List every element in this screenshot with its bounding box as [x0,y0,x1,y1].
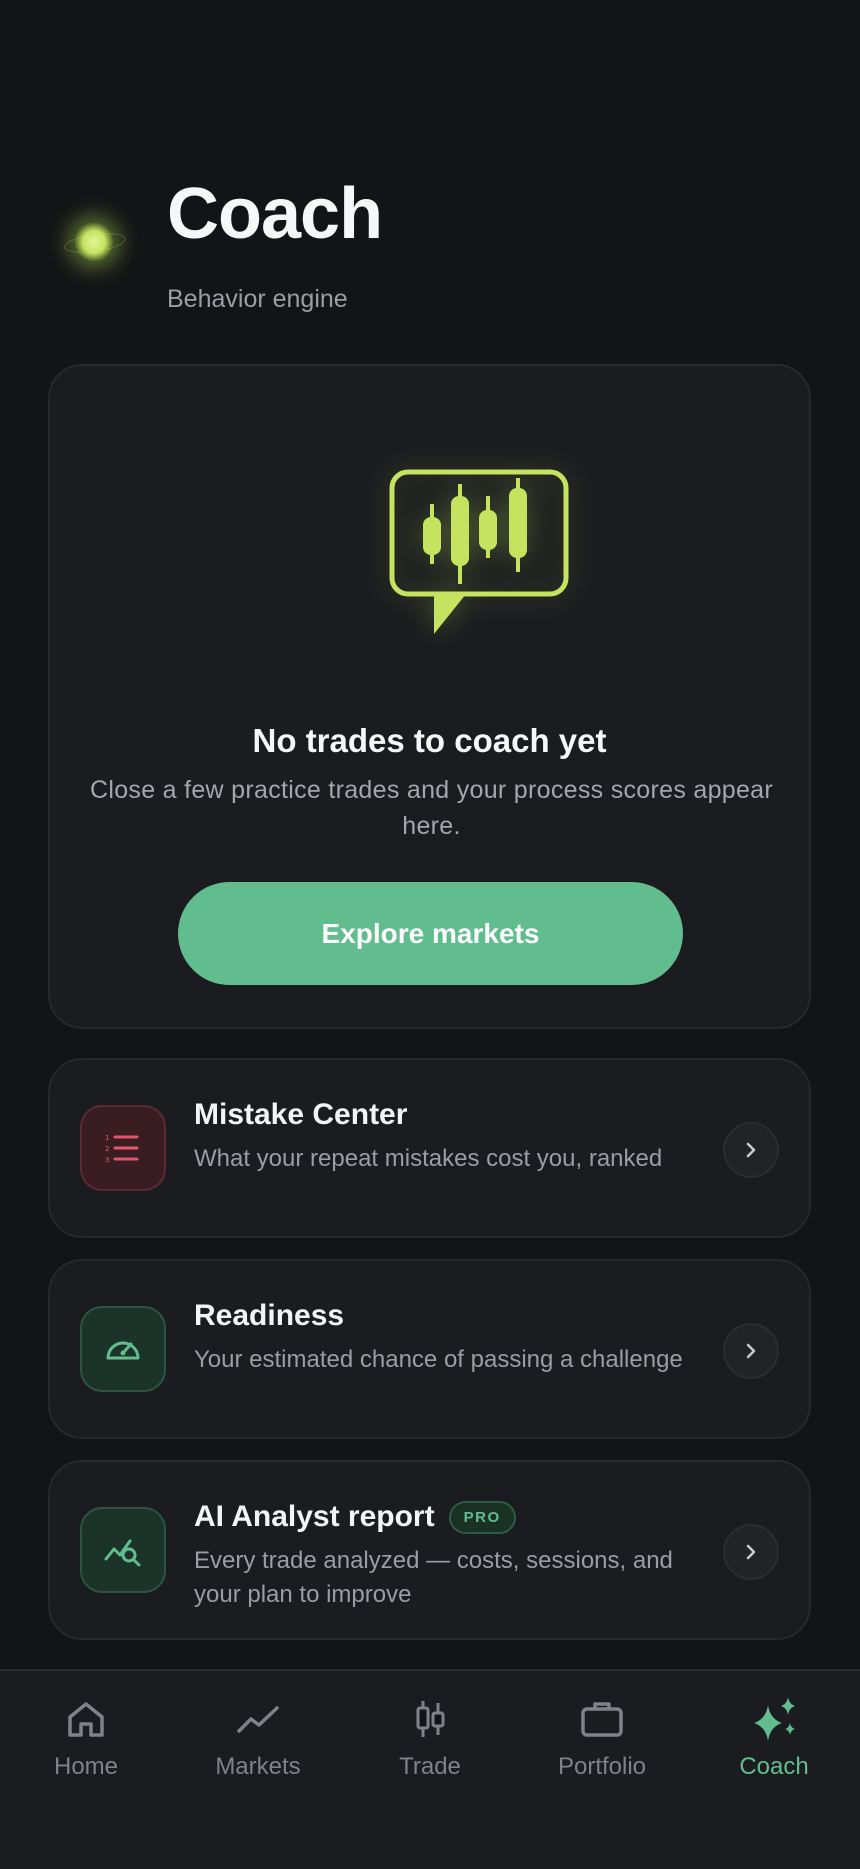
ai-analyst-report-description: Every trade analyzed — costs, sessions, … [194,1547,673,1608]
readiness-card[interactable]: Readiness Your estimated chance of passi… [48,1259,811,1439]
pro-badge: PRO [448,1501,516,1534]
tab-coach[interactable]: Coach [688,1695,860,1805]
tab-markets[interactable]: Markets [172,1695,344,1805]
mistake-center-title: Mistake Center [194,1098,408,1131]
tab-home[interactable]: Home [0,1695,172,1805]
tab-trade[interactable]: Trade [344,1695,516,1805]
bottom-tab-bar: Home Markets Trade Portfolio Coach [0,1669,860,1869]
empty-state-card: No trades to coach yet Close a few pract… [48,364,811,1029]
mistake-center-description: What your repeat mistakes cost you, rank… [194,1145,663,1172]
chevron-right-icon[interactable] [723,1323,779,1379]
tab-coach-label: Coach [739,1753,809,1780]
ai-analyst-report-title: AI Analyst report PRO [194,1500,516,1534]
candlestick-icon [416,1701,445,1737]
chevron-right-icon[interactable] [723,1524,779,1580]
home-icon [68,1702,104,1737]
tab-home-label: Home [53,1753,119,1780]
svg-text:2: 2 [105,1145,109,1153]
numbered-list-icon: 1 2 3 [80,1105,166,1191]
empty-state-title: No trades to coach yet [252,722,607,759]
svg-text:1: 1 [105,1134,109,1142]
page-header: Coach Behavior engine [0,0,860,360]
tab-markets-label: Markets [215,1753,301,1780]
sparkles-icon [754,1697,795,1741]
chevron-right-icon[interactable] [723,1122,779,1178]
page-subtitle: Behavior engine [167,285,348,313]
readiness-title: Readiness [194,1299,345,1332]
briefcase-icon [581,1702,623,1737]
tab-portfolio[interactable]: Portfolio [516,1695,688,1805]
gauge-icon [80,1306,166,1392]
tab-portfolio-label: Portfolio [557,1753,647,1780]
mistake-center-card[interactable]: 1 2 3 Mistake Center What your repeat mi… [48,1058,811,1238]
explore-markets-button[interactable]: Explore markets [178,882,683,985]
candlestick-speech-bubble-icon [389,469,569,634]
svg-text:3: 3 [105,1156,109,1164]
tab-trade-label: Trade [399,1753,461,1780]
page-title: Coach [167,174,383,254]
ai-analyst-report-label: AI Analyst report [194,1500,435,1533]
readiness-description: Your estimated chance of passing a chall… [194,1346,683,1373]
ai-analyst-report-card[interactable]: AI Analyst report PRO Every trade analyze… [48,1460,811,1640]
trend-line-icon [237,1706,279,1733]
empty-state-description: Close a few practice trades and your pro… [90,776,774,840]
chart-search-icon [80,1507,166,1593]
glowing-orb-icon [62,210,127,274]
